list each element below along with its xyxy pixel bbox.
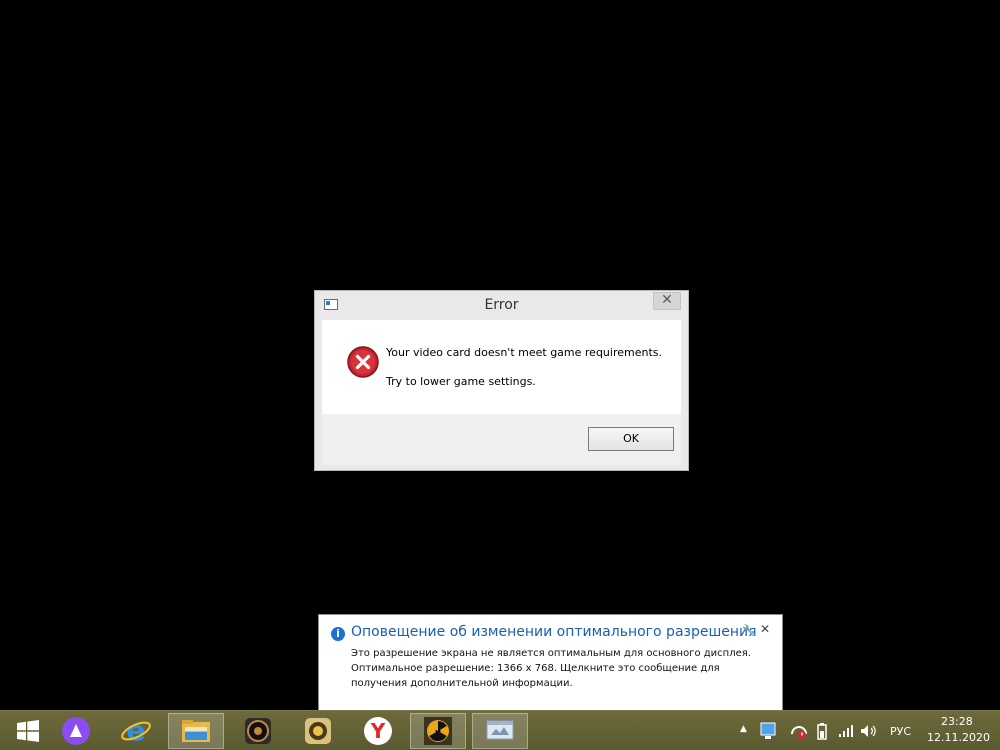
show-hidden-icons-button[interactable]: ▲ [740, 724, 747, 734]
notification-body: Это разрешение экрана не является оптима… [351, 646, 776, 691]
system-window-button[interactable] [472, 713, 528, 749]
language-indicator[interactable]: РУС [890, 725, 911, 738]
error-hint: Try to lower game settings. [386, 375, 536, 388]
taskbar: e Y ▲ РУС 23:28 12.11.2020 [0, 710, 1000, 750]
notification-title: Оповещение об изменении оптимального раз… [351, 624, 757, 640]
dialog-close-button[interactable]: ✕ [653, 292, 681, 310]
file-explorer-button[interactable] [168, 713, 224, 749]
dialog-titlebar[interactable]: Error ✕ [315, 291, 688, 320]
internet-explorer-button[interactable]: e [108, 713, 164, 749]
notification-line: Оптимальное разрешение: 1366 x 768. Щелк… [351, 663, 720, 674]
error-icon [347, 346, 379, 378]
error-dialog: Error ✕ Your video card doesn't meet gam… [314, 290, 689, 471]
dialog-footer: OK [322, 414, 681, 465]
folder-icon [182, 720, 210, 742]
svg-text:e: e [127, 715, 146, 747]
info-icon: i [331, 627, 345, 641]
radiation-icon [424, 717, 452, 745]
notification-line: получения дополнительной информации. [351, 678, 573, 689]
game-icon [305, 718, 331, 744]
alice-assistant-button[interactable] [48, 713, 104, 749]
ok-button[interactable]: OK [588, 427, 674, 451]
svg-text:Y: Y [370, 719, 386, 743]
window-icon [486, 720, 514, 740]
volume-icon[interactable] [860, 724, 878, 738]
signal-icon[interactable] [838, 724, 854, 738]
clock-date[interactable]: 12.11.2020 [927, 731, 990, 744]
resolution-notification[interactable]: i Оповещение об изменении оптимального р… [318, 614, 783, 726]
game-app-button[interactable] [290, 713, 346, 749]
yandex-icon: Y [364, 717, 392, 745]
alice-icon [62, 717, 90, 745]
battery-icon[interactable] [815, 723, 829, 741]
windows-logo-icon [17, 720, 39, 742]
radiation-game-button[interactable] [410, 713, 466, 749]
yandex-browser-button[interactable]: Y [350, 713, 406, 749]
network-warning-icon[interactable] [790, 724, 808, 740]
dialog-title: Error [484, 297, 519, 313]
notification-line: Это разрешение экрана не является оптима… [351, 648, 751, 659]
wrench-icon[interactable]: 🔧 [742, 624, 756, 637]
error-message: Your video card doesn't meet game requir… [386, 346, 662, 359]
speaker-icon [245, 718, 271, 744]
notification-close-button[interactable]: ✕ [760, 622, 770, 636]
speaker-app-button[interactable] [230, 713, 286, 749]
dialog-content: Your video card doesn't meet game requir… [322, 320, 681, 414]
clock-time[interactable]: 23:28 [941, 715, 973, 728]
display-tray-icon[interactable] [760, 722, 776, 740]
ie-icon: e [121, 715, 151, 747]
